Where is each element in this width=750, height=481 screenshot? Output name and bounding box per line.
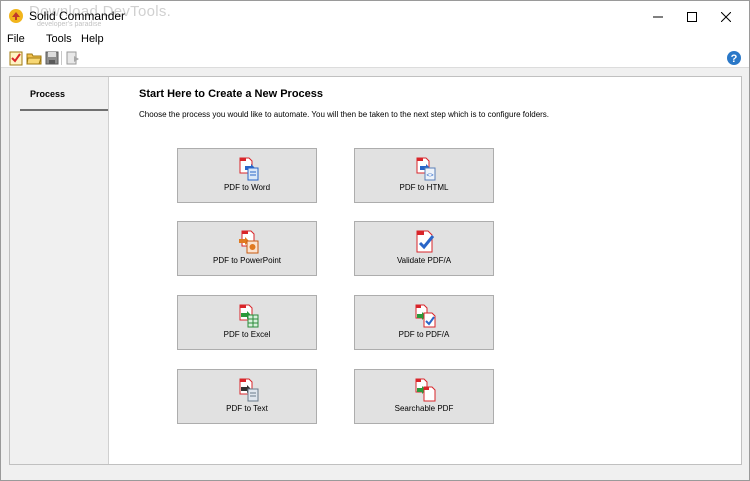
svg-text:<>: <> — [426, 172, 434, 179]
menu-file[interactable]: File — [7, 33, 25, 45]
bottom-strip — [1, 467, 749, 480]
process-label: Validate PDF/A — [396, 256, 452, 265]
sidebar: Process — [10, 77, 109, 464]
menu-bar: File Tools Help — [1, 32, 749, 48]
pdf-to-pdfa-button[interactable]: PDF to PDF/A — [354, 295, 494, 350]
pdf-to-html-button[interactable]: <> PDF to HTML — [354, 148, 494, 203]
searchable-pdf-button[interactable]: Searchable PDF — [354, 369, 494, 424]
pdf-to-powerpoint-button[interactable]: PDF to PowerPoint — [177, 221, 317, 276]
pdf-to-text-button[interactable]: PDF to Text — [177, 369, 317, 424]
main-content: Start Here to Create a New Process Choos… — [109, 77, 741, 464]
pdf-to-html-icon: <> — [416, 157, 436, 181]
process-label: PDF to PDF/A — [398, 330, 450, 339]
close-button[interactable] — [703, 1, 749, 32]
app-window: Download DevTools. developer's paradise … — [0, 0, 750, 481]
window-title: Solid Commander — [29, 9, 126, 23]
menu-tools[interactable]: Tools — [46, 33, 72, 45]
maximize-icon — [687, 11, 697, 22]
sidebar-item-process[interactable]: Process — [20, 85, 108, 111]
validate-pdfa-icon — [416, 230, 435, 253]
minimize-icon — [653, 16, 663, 17]
process-label: PDF to HTML — [399, 183, 449, 192]
process-label: PDF to Text — [226, 404, 268, 413]
open-folder-icon[interactable] — [26, 50, 42, 66]
sidebar-item-label: Process — [30, 89, 66, 99]
checklist-icon[interactable] — [8, 50, 24, 66]
close-icon — [721, 11, 731, 22]
pdf-to-word-icon — [239, 157, 259, 181]
pdf-to-excel-icon — [239, 304, 259, 328]
process-label: Searchable PDF — [394, 404, 454, 413]
save-icon[interactable] — [44, 50, 60, 66]
title-bar: Download DevTools. developer's paradise … — [1, 1, 749, 32]
process-label: PDF to PowerPoint — [212, 256, 282, 265]
pdf-to-word-button[interactable]: PDF to Word — [177, 148, 317, 203]
help-icon[interactable]: ? — [726, 50, 742, 66]
menu-help[interactable]: Help — [81, 33, 104, 45]
process-label: PDF to Excel — [223, 330, 271, 339]
toolbar: ? — [1, 48, 749, 68]
svg-text:?: ? — [731, 53, 738, 65]
pdf-to-pdfa-icon — [415, 304, 436, 328]
pdf-to-text-icon — [239, 378, 259, 402]
work-area: Process Start Here to Create a New Proce… — [9, 76, 742, 465]
toolbar-separator — [61, 51, 62, 65]
process-label: PDF to Word — [223, 183, 271, 192]
pdf-to-powerpoint-icon — [239, 230, 259, 254]
validate-pdfa-button[interactable]: Validate PDF/A — [354, 221, 494, 276]
searchable-pdf-icon — [415, 378, 436, 402]
page-description: Choose the process you would like to aut… — [139, 110, 550, 119]
pdf-to-excel-button[interactable]: PDF to Excel — [177, 295, 317, 350]
page-title: Start Here to Create a New Process — [139, 88, 324, 100]
run-icon[interactable] — [65, 50, 81, 66]
app-logo-icon — [9, 9, 23, 23]
